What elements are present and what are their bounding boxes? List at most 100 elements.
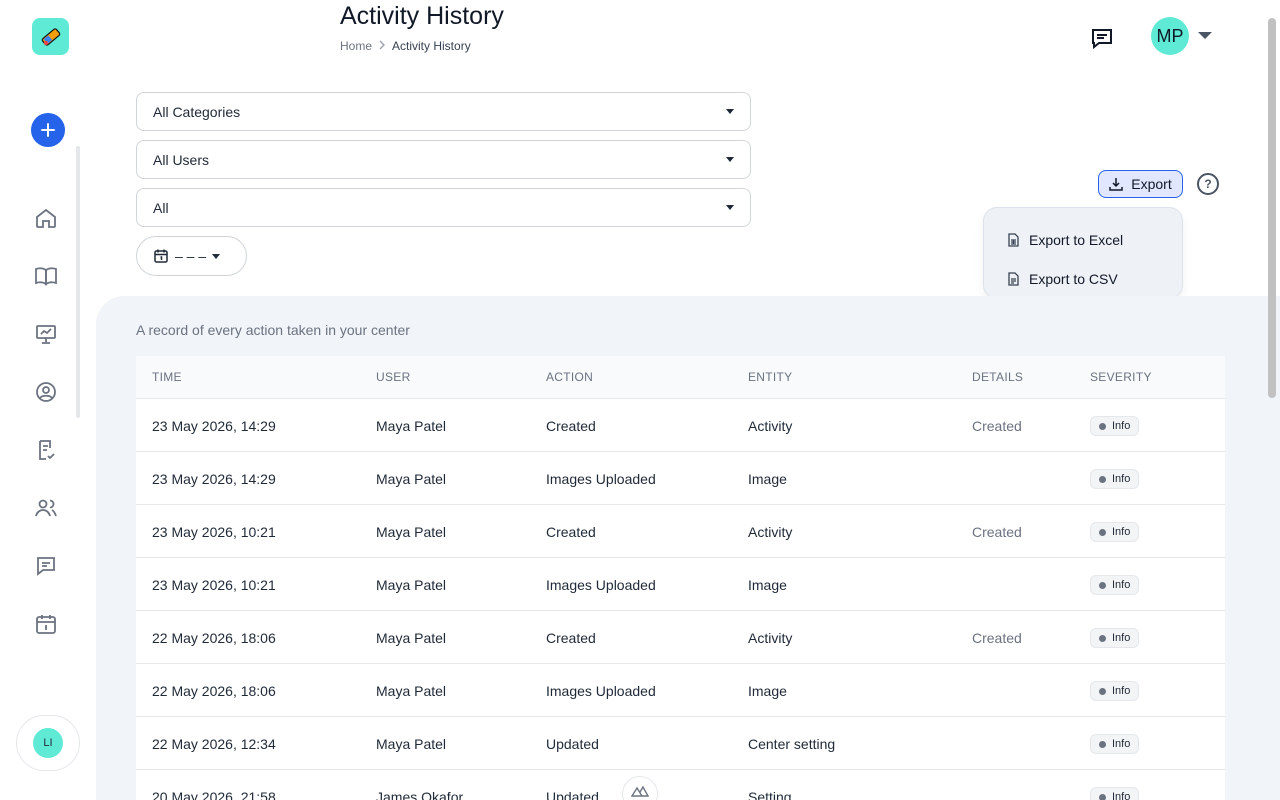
severity-badge: Info bbox=[1090, 734, 1140, 754]
severity-select[interactable]: All bbox=[136, 188, 751, 227]
page-description: A record of every action taken in your c… bbox=[136, 322, 410, 338]
users-icon bbox=[35, 499, 57, 517]
date-range-picker[interactable]: – – – bbox=[136, 236, 247, 276]
nav-profile[interactable] bbox=[32, 378, 60, 406]
nav-home[interactable] bbox=[32, 204, 60, 232]
cell-user: Maya Patel bbox=[376, 524, 447, 540]
nav-assessments[interactable] bbox=[32, 436, 60, 464]
header-time[interactable]: TIME bbox=[152, 370, 182, 384]
table-row[interactable]: 23 May 2026, 14:29 Maya Patel Images Uploa… bbox=[136, 452, 1225, 505]
download-icon bbox=[1109, 178, 1124, 191]
page-scrollbar[interactable] bbox=[1268, 18, 1276, 398]
nav-calendar[interactable] bbox=[32, 610, 60, 638]
severity-label: Info bbox=[1112, 473, 1131, 485]
breadcrumb-home[interactable]: Home bbox=[340, 39, 372, 53]
cell-user: Maya Patel bbox=[376, 683, 447, 699]
table-row[interactable]: 23 May 2026, 10:21 Maya Patel Images Uploa… bbox=[136, 558, 1225, 611]
export-csv-label: Export to CSV bbox=[1029, 270, 1118, 287]
home-icon bbox=[36, 208, 56, 228]
nav-library[interactable] bbox=[32, 262, 60, 290]
add-button[interactable] bbox=[31, 113, 65, 147]
severity-label: Info bbox=[1112, 526, 1131, 538]
table-row[interactable]: 23 May 2026, 14:29 Maya Patel Created Activ… bbox=[136, 399, 1225, 452]
nav-users[interactable] bbox=[32, 494, 60, 522]
header-details[interactable]: DETAILS bbox=[972, 370, 1023, 384]
cell-action: Images Uploaded bbox=[546, 683, 656, 699]
cell-action: Created bbox=[546, 524, 596, 540]
users-select[interactable]: All Users bbox=[136, 140, 751, 179]
profile-avatar[interactable]: MP bbox=[1151, 17, 1189, 55]
cell-action: Created bbox=[546, 630, 596, 646]
severity-badge: Info bbox=[1090, 787, 1140, 800]
cell-details: Created bbox=[972, 524, 1022, 540]
table-header: TIME USER ACTION ENTITY DETAILS SEVERITY bbox=[136, 356, 1225, 399]
table-row[interactable]: 22 May 2026, 18:06 Maya Patel Created Activ… bbox=[136, 611, 1225, 664]
severity-label: Info bbox=[1112, 579, 1131, 591]
cell-time: 23 May 2026, 10:21 bbox=[152, 577, 276, 593]
app-logo[interactable] bbox=[32, 18, 69, 55]
plus-icon bbox=[41, 123, 55, 137]
table-row[interactable]: 22 May 2026, 18:06 Maya Patel Images Uploa… bbox=[136, 664, 1225, 717]
export-button[interactable]: Export bbox=[1098, 170, 1183, 198]
header-entity[interactable]: ENTITY bbox=[748, 370, 792, 384]
severity-badge: Info bbox=[1090, 575, 1140, 595]
table-row[interactable]: 20 May 2026, 21:58 James Okafor Updated Set… bbox=[136, 770, 1225, 800]
cell-user: Maya Patel bbox=[376, 418, 447, 434]
nav-messages[interactable] bbox=[32, 552, 60, 580]
header-severity[interactable]: SEVERITY bbox=[1090, 370, 1152, 384]
table-row[interactable]: 22 May 2026, 12:34 Maya Patel Updated Cente… bbox=[136, 717, 1225, 770]
header-action[interactable]: ACTION bbox=[546, 370, 593, 384]
cell-user: Maya Patel bbox=[376, 630, 447, 646]
spreadsheet-file-icon bbox=[1008, 232, 1019, 247]
severity-select-value: All bbox=[153, 199, 169, 216]
cell-user: Maya Patel bbox=[376, 736, 447, 752]
cell-time: 23 May 2026, 10:21 bbox=[152, 524, 276, 540]
nav-presentations[interactable] bbox=[32, 320, 60, 348]
clipboard-check-icon bbox=[39, 440, 55, 460]
breadcrumb: Home Activity History bbox=[340, 39, 471, 53]
severity-badge: Info bbox=[1090, 469, 1140, 489]
activity-table: TIME USER ACTION ENTITY DETAILS SEVERITY… bbox=[136, 356, 1225, 800]
calendar-icon bbox=[154, 249, 168, 263]
cell-time: 23 May 2026, 14:29 bbox=[152, 471, 276, 487]
user-circle-icon bbox=[36, 382, 56, 402]
help-icon[interactable]: ? bbox=[1197, 173, 1219, 195]
cell-action: Created bbox=[546, 418, 596, 434]
export-excel-item[interactable]: Export to Excel bbox=[984, 220, 1182, 259]
page-title: Activity History bbox=[340, 2, 504, 30]
mountain-logo-icon bbox=[631, 785, 649, 797]
severity-badge: Info bbox=[1090, 522, 1140, 542]
status-dot-icon bbox=[1099, 687, 1106, 695]
cell-entity: Center setting bbox=[748, 736, 836, 752]
caret-down-icon bbox=[726, 157, 734, 162]
cell-action: Updated bbox=[546, 789, 599, 800]
export-csv-item[interactable]: Export to CSV bbox=[984, 259, 1182, 298]
cell-user: James Okafor bbox=[376, 789, 464, 800]
cell-entity: Setting bbox=[748, 789, 792, 800]
category-select[interactable]: All Categories bbox=[136, 92, 751, 131]
severity-label: Info bbox=[1112, 420, 1131, 432]
cell-time: 22 May 2026, 18:06 bbox=[152, 683, 276, 699]
chevron-down-icon[interactable] bbox=[1198, 32, 1212, 39]
cell-entity: Activity bbox=[748, 418, 793, 434]
user-menu-pill[interactable]: LI bbox=[16, 715, 80, 771]
status-dot-icon bbox=[1099, 634, 1106, 642]
presentation-icon bbox=[36, 325, 56, 344]
messages-button[interactable] bbox=[1088, 24, 1116, 52]
caret-down-icon bbox=[212, 253, 221, 259]
date-range-value: – – – bbox=[175, 248, 207, 264]
caret-down-icon bbox=[726, 109, 734, 114]
sidebar-scrollbar[interactable] bbox=[76, 146, 80, 418]
users-select-value: All Users bbox=[153, 151, 210, 168]
message-icon bbox=[1092, 29, 1112, 50]
cell-time: 22 May 2026, 12:34 bbox=[152, 736, 276, 752]
export-dropdown-menu: Export to Excel Export to CSV bbox=[983, 207, 1183, 299]
user-avatar: LI bbox=[33, 728, 63, 758]
severity-label: Info bbox=[1112, 791, 1131, 800]
table-row[interactable]: 23 May 2026, 10:21 Maya Patel Created Activ… bbox=[136, 505, 1225, 558]
book-icon bbox=[35, 267, 57, 286]
header-user[interactable]: USER bbox=[376, 370, 411, 384]
status-dot-icon bbox=[1099, 528, 1106, 536]
status-dot-icon bbox=[1099, 793, 1106, 800]
cell-time: 22 May 2026, 18:06 bbox=[152, 630, 276, 646]
